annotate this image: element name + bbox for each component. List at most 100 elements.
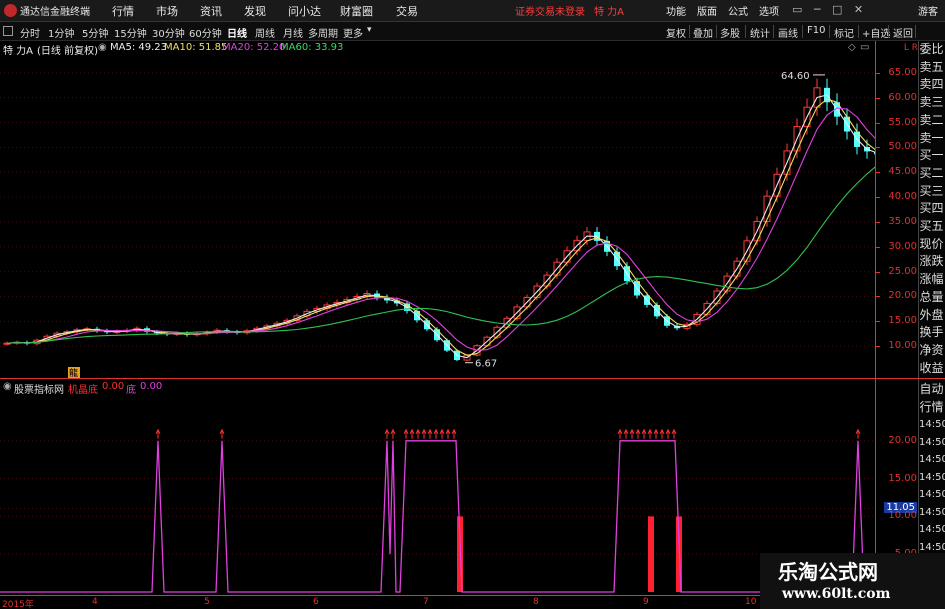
indicator-side-item[interactable]: 14:50 bbox=[919, 469, 945, 487]
price-tick-label: 40.00 bbox=[888, 191, 917, 203]
price-tick-label: 30.00 bbox=[888, 240, 917, 252]
current-stock: 特 力A bbox=[594, 7, 625, 18]
quote-side-item[interactable]: 总量 bbox=[919, 289, 944, 307]
indicator-bar bbox=[648, 516, 654, 592]
price-tick-label: 55.00 bbox=[888, 116, 917, 128]
dragon-flag-label: 龍 bbox=[69, 367, 78, 378]
quote-side-item[interactable]: 卖一 bbox=[919, 130, 944, 148]
indicator-settings-icon[interactable]: ◉ bbox=[3, 381, 12, 392]
app-logo-icon bbox=[4, 4, 17, 17]
price-axis: L R 65.00 60.00 55.00 50.00 45.00 40.00 35.00 3… bbox=[875, 41, 920, 378]
quote-side-item[interactable]: 卖四 bbox=[919, 76, 944, 94]
period-more[interactable]: 更多 bbox=[343, 25, 363, 40]
window-min-icon[interactable]: ▭ bbox=[860, 42, 869, 53]
period-60min[interactable]: 60分钟 bbox=[189, 25, 222, 40]
period-5min[interactable]: 5分钟 bbox=[82, 25, 108, 40]
adjust-mode: (日线 前复权) bbox=[37, 46, 98, 57]
quote-side-item[interactable]: 委比 bbox=[919, 41, 944, 59]
price-chart[interactable]: 64.60 6.67 龍 bbox=[0, 56, 875, 378]
time-tick-label: 8 bbox=[533, 597, 539, 607]
add-watchlist-button[interactable]: +自选 bbox=[862, 25, 890, 40]
price-tick-label: 65.00 bbox=[888, 66, 917, 78]
draw-line-button[interactable]: 画线 bbox=[778, 25, 798, 40]
menu-market-quote[interactable]: 行情 bbox=[112, 3, 134, 19]
indicator-series1-label: 机晶底 bbox=[68, 385, 98, 396]
menu-function[interactable]: 功能 bbox=[666, 3, 686, 18]
statistics-button[interactable]: 统计 bbox=[750, 25, 770, 40]
menu-ask[interactable]: 问小达 bbox=[288, 3, 321, 19]
menu-formula[interactable]: 公式 bbox=[728, 3, 748, 18]
period-daily[interactable]: 日线 bbox=[227, 25, 247, 40]
indicator-tick-label: 20.00 bbox=[888, 434, 917, 446]
indicator-side-item[interactable]: 14:50 bbox=[919, 486, 945, 504]
indicator-chart[interactable] bbox=[0, 395, 875, 595]
quote-side-item[interactable]: 涨幅 bbox=[919, 271, 944, 289]
indicator-side-item[interactable]: 14:50 bbox=[919, 451, 945, 469]
chart-toggle-icon[interactable] bbox=[3, 26, 13, 36]
price-tick-label: 35.00 bbox=[888, 215, 917, 227]
expand-icon[interactable]: ◇ bbox=[848, 42, 856, 53]
ma-settings-icon[interactable]: ◉ bbox=[98, 42, 107, 53]
period-multi[interactable]: 多周期 bbox=[308, 25, 338, 40]
price-tick-label: 45.00 bbox=[888, 166, 917, 178]
more-chevron-icon[interactable]: ▾ bbox=[367, 25, 372, 35]
menu-options[interactable]: 选项 bbox=[759, 3, 779, 18]
menu-wealth[interactable]: 财富圈 bbox=[340, 3, 373, 19]
period-15min[interactable]: 15分钟 bbox=[114, 25, 147, 40]
menu-layout[interactable]: 版面 bbox=[697, 3, 717, 18]
quote-side-item[interactable]: 卖三 bbox=[919, 94, 944, 112]
price-tick-label: 20.00 bbox=[888, 290, 917, 302]
price-grid bbox=[0, 72, 875, 347]
quote-side-item[interactable]: 买四 bbox=[919, 200, 944, 218]
f10-button[interactable]: F10 bbox=[807, 25, 825, 36]
period-30min[interactable]: 30分钟 bbox=[152, 25, 185, 40]
period-1min[interactable]: 1分钟 bbox=[48, 25, 74, 40]
ma20-value: MA20: 52.20 bbox=[222, 42, 286, 53]
indicator-side-item[interactable]: 14:50 bbox=[919, 504, 945, 522]
adjust-button[interactable]: 复权 bbox=[666, 25, 686, 40]
indicator-side-item[interactable]: 14:50 bbox=[919, 416, 945, 434]
quote-side-item[interactable]: 买三 bbox=[919, 183, 944, 201]
back-button[interactable]: 返回 bbox=[893, 25, 913, 40]
ma10-value: MA10: 51.85 bbox=[164, 42, 228, 53]
low-label: 6.67 bbox=[475, 359, 497, 370]
quote-side-item[interactable]: 换手 bbox=[919, 324, 944, 342]
menu-discover[interactable]: 发现 bbox=[244, 3, 266, 19]
quote-side-item[interactable]: 现价 bbox=[919, 236, 944, 254]
quote-side-item[interactable]: 卖二 bbox=[919, 112, 944, 130]
quote-side-panel: 委比 卖五 卖四 卖三 卖二 卖一 买一 买二 买三 买四 买五 现价 涨跌 涨幅 总量 外盘 换手 净资 收益 bbox=[918, 41, 945, 378]
indicator-line bbox=[0, 440, 875, 593]
trade-status: 证券交易未登录 bbox=[515, 7, 585, 18]
menu-news[interactable]: 资讯 bbox=[200, 3, 222, 19]
quote-side-item[interactable]: 外盘 bbox=[919, 307, 944, 325]
ma-line bbox=[6, 98, 875, 356]
ma-lines bbox=[6, 94, 875, 359]
quote-side-item[interactable]: 净资 bbox=[919, 342, 944, 360]
app-title: 通达信金融终端 bbox=[20, 7, 90, 18]
indicator-side-item[interactable]: 行情 bbox=[919, 399, 944, 417]
indicator-side-item[interactable]: 14:50 bbox=[919, 434, 945, 452]
period-monthly[interactable]: 月线 bbox=[283, 25, 303, 40]
multi-stock-button[interactable]: 多股 bbox=[720, 25, 740, 40]
window-controls[interactable]: ▭ ─ □ ✕ bbox=[792, 3, 867, 16]
mark-button[interactable]: 标记 bbox=[834, 25, 854, 40]
user-login[interactable]: 游客 bbox=[918, 3, 938, 18]
quote-side-item[interactable]: 收益 bbox=[919, 360, 944, 378]
quote-side-item[interactable]: 买二 bbox=[919, 165, 944, 183]
quote-side-item[interactable]: 买一 bbox=[919, 147, 944, 165]
indicator-side-item[interactable]: 自动 bbox=[919, 381, 944, 399]
overlay-button[interactable]: 叠加 bbox=[693, 25, 713, 40]
period-weekly[interactable]: 周线 bbox=[255, 25, 275, 40]
watermark: 乐淘公式网 www.60lt.com bbox=[760, 553, 945, 609]
indicator-side-item[interactable]: 14:50 bbox=[919, 521, 945, 539]
quote-side-item[interactable]: 买五 bbox=[919, 218, 944, 236]
indicator-series2-label: 底 bbox=[126, 385, 136, 396]
price-tick-label: 15.00 bbox=[888, 315, 917, 327]
menu-market[interactable]: 市场 bbox=[156, 3, 178, 19]
quote-side-item[interactable]: 涨跌 bbox=[919, 253, 944, 271]
quote-side-item[interactable]: 卖五 bbox=[919, 59, 944, 77]
period-intraday[interactable]: 分时 bbox=[20, 25, 40, 40]
menu-trade[interactable]: 交易 bbox=[396, 3, 418, 19]
indicator-series2-value: 0.00 bbox=[140, 381, 163, 392]
time-tick-label: 6 bbox=[313, 597, 319, 607]
